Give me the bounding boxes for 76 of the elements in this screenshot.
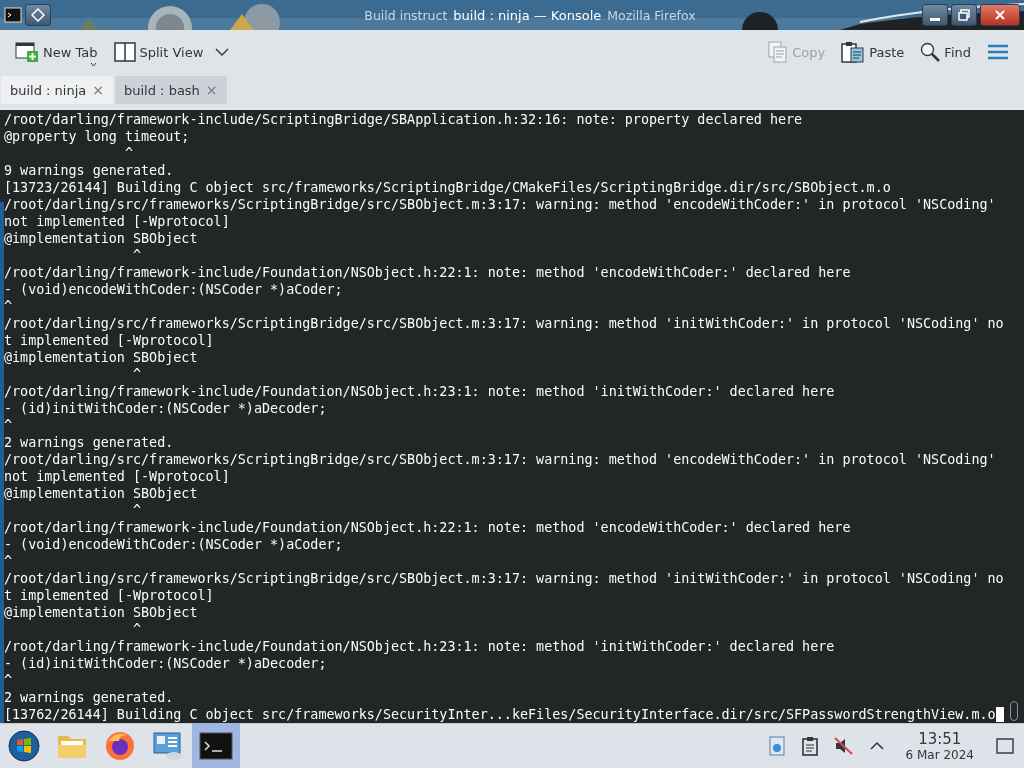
terminal-line: /root/darling/src/frameworks/ScriptingBridge/src/SBObject.m:3:17: warning: method 'initWithCoder:' in protocol 'NSCoding' no: [4, 316, 1004, 331]
terminal-line: [13723/26144] Building C object src/frameworks/ScriptingBridge/CMakeFiles/ScriptingBridge.dir/src/SBObject.m.o: [4, 180, 891, 195]
update-icon[interactable]: [767, 735, 786, 757]
show-desktop-icon[interactable]: [996, 738, 1014, 754]
terminal-line: ^: [132, 622, 142, 637]
terminal-line: @implementation SBObject: [4, 231, 198, 246]
clock-date[interactable]: 6 Mar 2024: [905, 747, 974, 762]
terminal-line: /root/darling/framework-include/Foundation/NSObject.h:22:1: note: method 'encodeWithCoder:' declared here: [4, 265, 851, 280]
start-orb-icon: [8, 730, 40, 762]
control-panel-icon: [152, 731, 184, 761]
terminal-line: not implemented [-Wprotocol]: [4, 469, 230, 484]
terminal-line: /root/darling/framework-include/Foundation/NSObject.h:23:1: note: method 'initWithCoder:' declared here: [4, 639, 835, 654]
terminal-line: ^: [132, 367, 142, 382]
terminal-line: @implementation SBObject: [4, 605, 198, 620]
minimize-button[interactable]: [922, 4, 948, 26]
paste-icon: [841, 41, 866, 63]
terminal-line: ^: [4, 418, 13, 433]
terminal-icon[interactable]: [4, 6, 22, 24]
terminal-tab[interactable]: build : ninja ×: [1, 76, 113, 104]
terminal-line: ^: [132, 503, 142, 518]
menu-icon: [987, 43, 1009, 61]
terminal-line: @implementation SBObject: [4, 486, 198, 501]
terminal-tab[interactable]: build : bash ×: [115, 76, 227, 104]
terminal-line: 2 warnings generated.: [4, 690, 174, 705]
terminal-line: [13762/26144] Building C object src/frameworks/SecurityInter...keFiles/SecurityInterface.dir/src/SFPasswordStrengthView.m.o: [4, 707, 996, 722]
background-window-title: Mozilla Firefox: [607, 7, 696, 23]
text-cursor: [995, 707, 1004, 722]
search-icon: [920, 42, 941, 62]
terminal-line: not implemented [-Wprotocol]: [4, 214, 230, 229]
terminal-line: - (id)initWithCoder:(NSCoder *)aDecoder;: [4, 401, 327, 416]
terminal-line: 9 warnings generated.: [4, 163, 174, 178]
find-button[interactable]: Find: [915, 38, 976, 66]
muted-speaker-icon[interactable]: [833, 737, 854, 755]
caret-icon[interactable]: [90, 62, 97, 67]
terminal-line: /root/darling/framework-include/ScriptingBridge/SBApplication.h:32:16: note: property declared here: [4, 112, 803, 127]
close-icon: [994, 9, 1006, 21]
chevron-up-icon[interactable]: [869, 741, 884, 751]
terminal-line: /root/darling/src/frameworks/ScriptingBridge/src/SBObject.m:3:17: warning: method 'initWithCoder:' in protocol 'NSCoding' no: [4, 571, 1004, 586]
paste-button[interactable]: Paste: [836, 37, 910, 67]
browser-icon: [105, 731, 135, 761]
terminal-line: /root/darling/framework-include/Foundation/NSObject.h:23:1: note: method 'initWithCoder:' declared here: [4, 384, 835, 399]
clipboard-icon[interactable]: [801, 736, 818, 756]
terminal-icon: [199, 732, 233, 760]
terminal-line: ^: [4, 554, 13, 569]
split-view-button[interactable]: Split View: [108, 38, 235, 66]
terminal-line: - (void)encodeWithCoder:(NSCoder *)aCoder;: [4, 282, 343, 297]
terminal-line: /root/darling/src/frameworks/ScriptingBridge/src/SBObject.m:3:17: warning: method 'encodeWithCoder:' in protocol 'NSCoding': [4, 197, 996, 212]
new-tab-icon: [15, 41, 39, 63]
terminal-line: @implementation SBObject: [4, 350, 198, 365]
clock-time[interactable]: 13:51: [918, 730, 962, 748]
minimize-icon: [930, 17, 940, 21]
terminal-line: @property long timeout;: [4, 129, 190, 144]
split-view-icon: [113, 42, 136, 62]
terminal-line: ^: [132, 248, 142, 263]
terminal-line: /root/darling/src/frameworks/ScriptingBridge/src/SBObject.m:3:17: warning: method 'encodeWithCoder:' in protocol 'NSCoding': [4, 452, 996, 467]
close-tab-button[interactable]: ×: [92, 82, 104, 98]
close-button[interactable]: [980, 4, 1020, 26]
terminal-line: ^: [4, 299, 13, 314]
window-menu-button[interactable]: [25, 4, 51, 26]
chevron-down-icon[interactable]: [215, 47, 230, 57]
taskbar-app-button[interactable]: [192, 723, 240, 768]
diamond-icon: [31, 8, 45, 22]
terminal-line: - (id)initWithCoder:(NSCoder *)aDecoder;: [4, 656, 327, 671]
terminal-line: 2 warnings generated.: [4, 435, 174, 450]
terminal-line: ^: [4, 673, 13, 688]
restore-icon: [958, 9, 970, 21]
terminal-line: /root/darling/framework-include/Foundation/NSObject.h:22:1: note: method 'encodeWithCoder:' declared here: [4, 520, 851, 535]
copy-icon: [768, 41, 789, 63]
terminal-line: t implemented [-Wprotocol]: [4, 588, 214, 603]
new-tab-button[interactable]: New Tab: [10, 37, 103, 67]
window-title: build : ninja — Konsole: [453, 7, 602, 23]
terminal-line: ^: [123, 146, 133, 161]
maximize-button[interactable]: [951, 4, 977, 26]
background-window-title: Build instruct: [364, 7, 448, 23]
terminal-line: t implemented [-Wprotocol]: [4, 333, 214, 348]
terminal-line: - (void)encodeWithCoder:(NSCoder *)aCoder;: [4, 537, 343, 552]
